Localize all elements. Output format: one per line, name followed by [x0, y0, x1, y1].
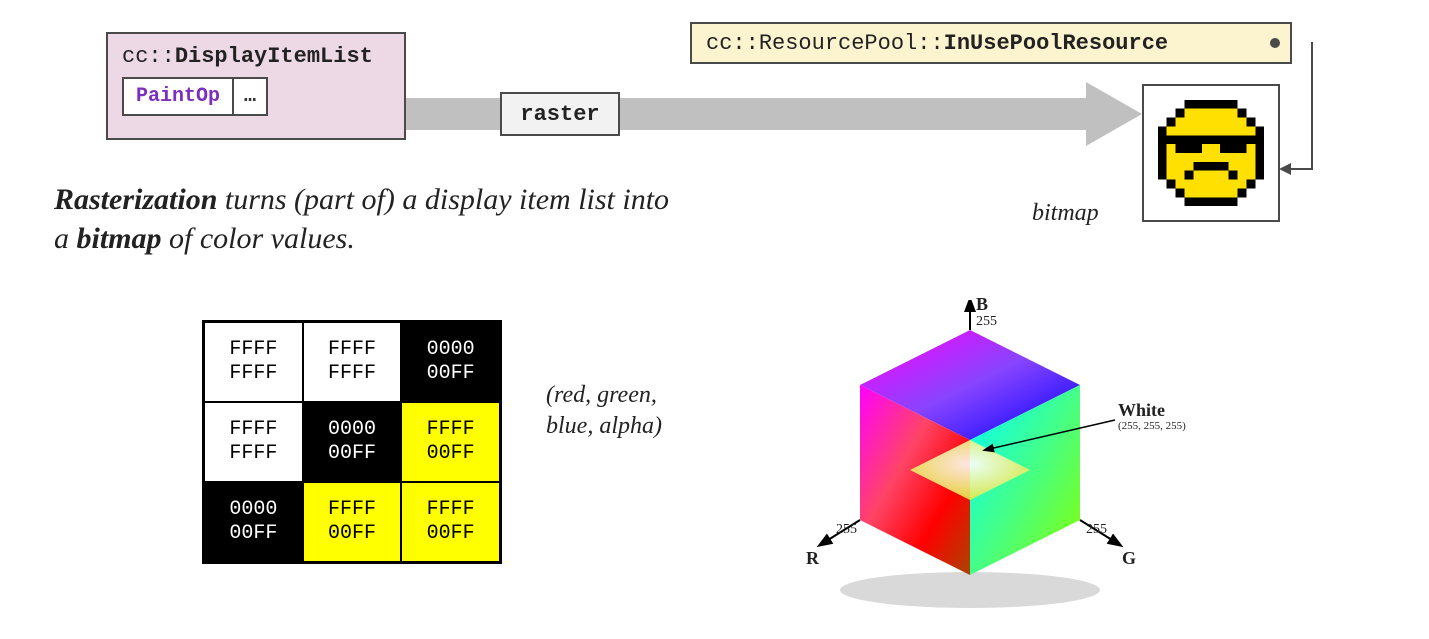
color-grid-cell: 000000FF	[401, 322, 500, 402]
color-grid-cell: FFFF00FF	[303, 482, 402, 562]
bitmap-image-box	[1142, 84, 1280, 222]
dil-classname: DisplayItemList	[175, 44, 373, 69]
rgba-label: (red, green, blue, alpha)	[546, 380, 726, 442]
color-grid-row: FFFFFFFF000000FFFFFF00FF	[204, 402, 500, 482]
color-grid-cell: FFFFFFFF	[303, 322, 402, 402]
resource-pool-box: cc::ResourcePool::InUsePoolResource	[690, 22, 1292, 64]
paintop-cell: PaintOp	[122, 77, 234, 116]
smiley-pixel-icon	[1149, 91, 1273, 215]
rp-classname: InUsePoolResource	[944, 31, 1168, 56]
dil-namespace: cc::	[122, 44, 175, 69]
color-grid-row: FFFFFFFFFFFFFFFF000000FF	[204, 322, 500, 402]
rp-middle: ResourcePool::	[759, 31, 944, 56]
connector-vertical	[1311, 42, 1313, 170]
cube-r-255: 255	[836, 522, 857, 538]
description-text: Rasterization turns (part of) a display …	[54, 180, 674, 258]
color-grid-cell: 000000FF	[204, 482, 303, 562]
paintop-row: PaintOp …	[122, 77, 390, 116]
color-grid: FFFFFFFFFFFFFFFF000000FFFFFFFFFF000000FF…	[202, 320, 502, 564]
cube-axis-r-label: R	[806, 548, 819, 569]
arrow-head	[1086, 82, 1142, 146]
raster-label-box: raster	[500, 92, 620, 136]
display-item-list-box: cc::DisplayItemList PaintOp …	[106, 32, 406, 140]
cube-axis-g-label: G	[1122, 548, 1136, 569]
cube-white-sub: (255, 255, 255)	[1118, 420, 1186, 432]
cube-b-255: 255	[976, 314, 997, 330]
connector-arrowhead	[1279, 163, 1291, 175]
rp-connector-dot	[1270, 38, 1280, 48]
color-grid-cell: 000000FF	[303, 402, 402, 482]
desc-lead: Rasterization	[54, 183, 217, 216]
color-grid-cell: FFFFFFFF	[204, 322, 303, 402]
connector-horizontal	[1289, 168, 1313, 170]
color-grid-cell: FFFFFFFF	[204, 402, 303, 482]
cube-g-255: 255	[1086, 522, 1107, 538]
bitmap-label: bitmap	[1032, 200, 1099, 227]
rp-namespace: cc::	[706, 31, 759, 56]
color-grid-cell: FFFF00FF	[401, 402, 500, 482]
paintop-ellipsis: …	[234, 77, 268, 116]
color-grid-cell: FFFF00FF	[401, 482, 500, 562]
desc-tail: of color values.	[162, 222, 355, 255]
rgba-line1: (red, green,	[546, 382, 657, 408]
rgba-line2: blue, alpha)	[546, 413, 662, 439]
rgb-cube-diagram: B 255 R 255 G 255 White (255, 255, 255)	[770, 300, 1190, 620]
color-grid-row: 000000FFFFFF00FFFFFF00FF	[204, 482, 500, 562]
cube-white-label: White	[1118, 400, 1165, 421]
cube-axis-b-label: B	[976, 294, 988, 315]
desc-bitmap: bitmap	[77, 222, 162, 255]
display-item-list-title: cc::DisplayItemList	[122, 44, 390, 69]
